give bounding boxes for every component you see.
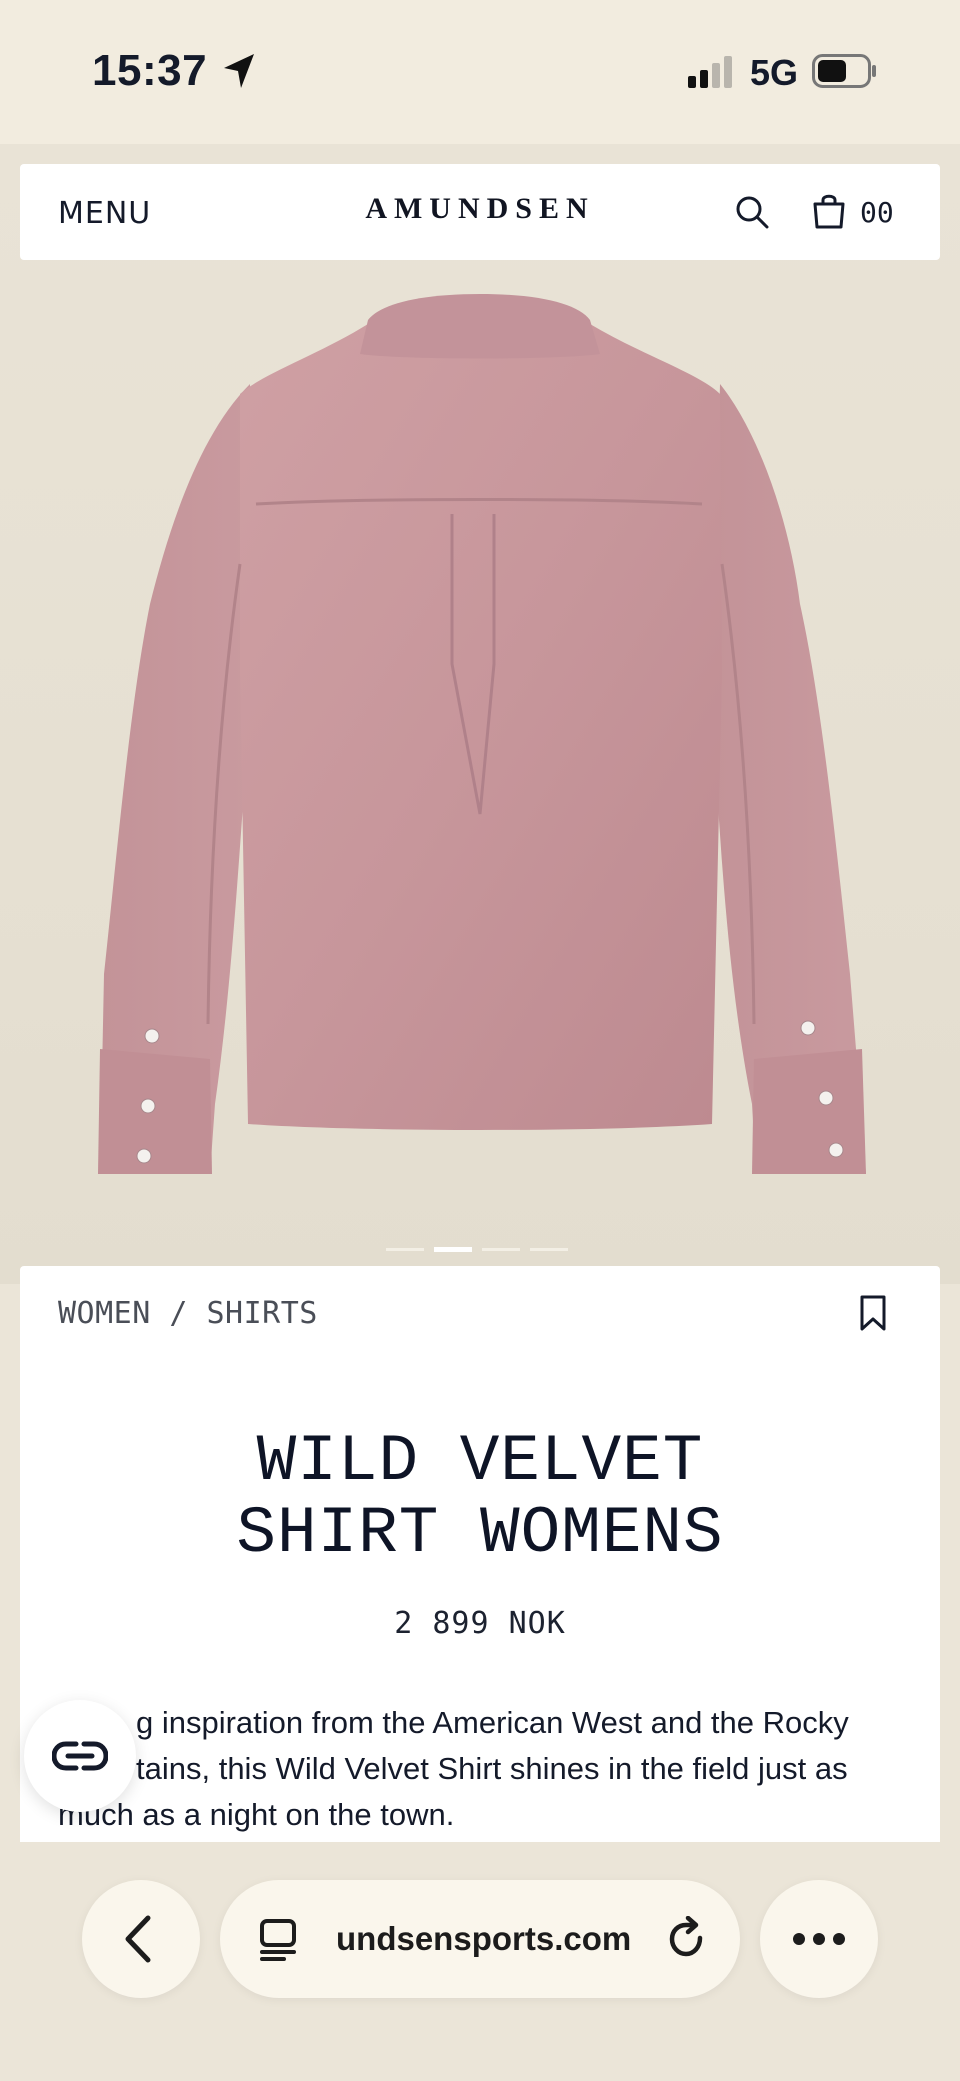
more-options-button[interactable] — [760, 1880, 878, 1998]
carousel-dot-active[interactable] — [434, 1247, 472, 1252]
signal-icon — [688, 56, 732, 88]
shirt-illustration — [98, 294, 866, 1174]
product-price: 2 899 NOK — [394, 1606, 566, 1641]
product-image[interactable] — [0, 144, 960, 1284]
url-text[interactable]: undsensports.com — [336, 1920, 631, 1958]
product-description: g inspiration from the American West and… — [58, 1700, 918, 1838]
network-label: 5G — [750, 52, 799, 93]
browser-toolbar: undsensports.com — [0, 1842, 960, 2081]
product-info-card: WOMEN / SHIRTS WILD VELVET SHIRT WOMENS … — [20, 1266, 940, 1842]
tabs-icon[interactable] — [258, 1918, 298, 1962]
search-icon[interactable] — [734, 194, 770, 230]
product-title: WILD VELVET SHIRT WOMENS — [20, 1426, 940, 1570]
breadcrumb[interactable]: WOMEN / SHIRTS — [58, 1296, 318, 1331]
location-arrow-icon — [224, 54, 254, 88]
brand-logo[interactable]: AMUNDSEN — [20, 192, 940, 226]
description-line: tains, this Wild Velvet Shirt shines in … — [136, 1751, 848, 1786]
back-icon — [125, 1915, 151, 1963]
product-title-line1: WILD VELVET — [256, 1424, 704, 1499]
address-bar[interactable]: undsensports.com — [220, 1880, 740, 1998]
back-button[interactable] — [82, 1880, 200, 1998]
description-line: much as a night on the town. — [58, 1797, 455, 1832]
carousel-dot[interactable] — [386, 1248, 424, 1251]
reload-icon[interactable] — [666, 1916, 708, 1960]
product-title-line2: SHIRT WOMENS — [236, 1496, 724, 1571]
carousel-dot[interactable] — [482, 1248, 520, 1251]
bookmark-icon[interactable] — [858, 1294, 888, 1332]
cart-icon[interactable] — [812, 192, 846, 230]
status-time: 15:37 — [92, 46, 208, 95]
status-bar: 15:37 5G — [0, 0, 960, 144]
carousel-dot[interactable] — [530, 1248, 568, 1251]
cart-count[interactable]: 00 — [860, 196, 894, 229]
carousel-indicator — [386, 1247, 568, 1252]
site-header: MENU AMUNDSEN 00 — [20, 164, 940, 260]
description-line: g inspiration from the American West and… — [136, 1705, 849, 1740]
floating-link-button[interactable] — [24, 1700, 136, 1812]
link-icon — [52, 1741, 108, 1771]
battery-icon — [812, 54, 876, 88]
more-icon — [793, 1933, 845, 1945]
